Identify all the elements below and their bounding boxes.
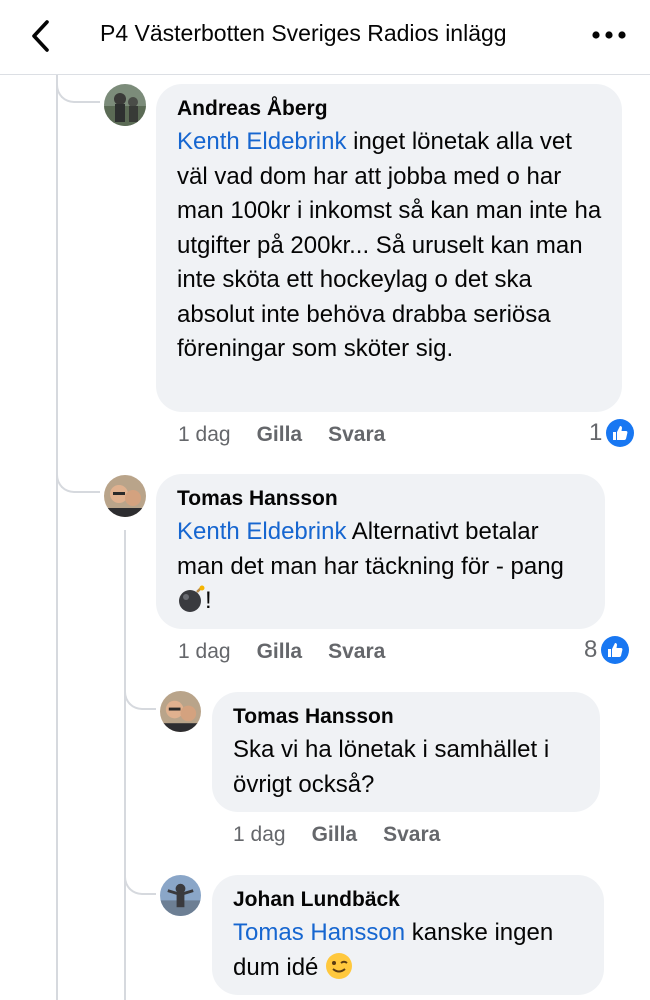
more-options-button[interactable] <box>588 14 632 54</box>
mention-link[interactable]: Tomas Hansson <box>233 919 405 946</box>
thread-connector <box>56 75 100 103</box>
reaction-count[interactable]: 8 <box>584 636 630 664</box>
comment-author[interactable]: Tomas Hansson <box>177 486 585 512</box>
comment-author[interactable]: Johan Lundbäck <box>233 887 584 913</box>
winking-face-emoji-icon <box>326 952 353 979</box>
more-horizontal-icon <box>592 31 626 39</box>
thumbs-up-icon <box>601 636 630 664</box>
comment-time[interactable]: 1 dag <box>178 423 231 446</box>
reply-button[interactable]: Svara <box>328 423 385 446</box>
reaction-count[interactable]: 1 <box>589 419 635 447</box>
mention-link[interactable]: Kenth Eldebrink <box>177 128 346 155</box>
comment-body: inget lönetak alla vet väl vad dom har a… <box>177 128 602 362</box>
comment-author[interactable]: Tomas Hansson <box>233 704 580 730</box>
comment-time[interactable]: 1 dag <box>233 823 286 846</box>
comment-actions: 1 dag Gilla Svara <box>178 640 411 664</box>
comment-text: Kenth Eldebrink Alternativt betalar man … <box>177 515 585 619</box>
thread-line <box>124 530 126 1000</box>
bomb-emoji-icon <box>179 585 205 612</box>
comment-text: Kenth Eldebrink inget lönetak alla vet v… <box>177 125 602 367</box>
comment-text: Ska vi ha lönetak i samhället i övrigt o… <box>233 736 550 798</box>
like-count: 8 <box>584 636 598 663</box>
comment-bubble: Johan Lundbäck Tomas Hansson kanske inge… <box>212 875 604 995</box>
comment-actions: 1 dag Gilla Svara <box>233 823 466 847</box>
thread-line <box>56 75 58 1000</box>
like-count: 1 <box>589 419 603 446</box>
comment-bubble: Andreas Åberg Kenth Eldebrink inget löne… <box>156 84 622 412</box>
top-bar: P4 Västerbotten Sveriges Radios inlägg <box>0 0 650 75</box>
avatar[interactable] <box>104 84 146 126</box>
like-button[interactable]: Gilla <box>312 823 358 846</box>
thread-connector <box>124 680 156 710</box>
comment-author[interactable]: Andreas Åberg <box>177 96 602 122</box>
comment-actions: 1 dag Gilla Svara <box>178 423 411 447</box>
thread-connector <box>56 465 100 493</box>
avatar[interactable] <box>104 475 146 517</box>
comment-text: Tomas Hansson kanske ingen dum idé <box>233 916 584 985</box>
avatar[interactable] <box>160 875 201 916</box>
avatar-photo <box>104 475 146 517</box>
back-button[interactable] <box>24 14 60 58</box>
avatar-photo <box>160 875 201 916</box>
chevron-left-icon <box>32 20 49 52</box>
reply-button[interactable]: Svara <box>383 823 440 846</box>
comment-bubble: Tomas Hansson Ska vi ha lönetak i samhäl… <box>212 692 600 812</box>
comment-time[interactable]: 1 dag <box>178 640 231 663</box>
mention-link[interactable]: Kenth Eldebrink <box>177 518 346 545</box>
like-button[interactable]: Gilla <box>257 640 303 663</box>
like-button[interactable]: Gilla <box>257 423 303 446</box>
comment-body-end: ! <box>205 587 212 614</box>
thread-connector <box>124 865 156 895</box>
avatar-photo <box>104 84 146 126</box>
comment-bubble: Tomas Hansson Kenth Eldebrink Alternativ… <box>156 474 605 629</box>
thumbs-up-icon <box>606 419 635 447</box>
avatar[interactable] <box>160 691 201 732</box>
reply-button[interactable]: Svara <box>328 640 385 663</box>
page-title: P4 Västerbotten Sveriges Radios inlägg <box>100 20 507 46</box>
avatar-photo <box>160 691 201 732</box>
